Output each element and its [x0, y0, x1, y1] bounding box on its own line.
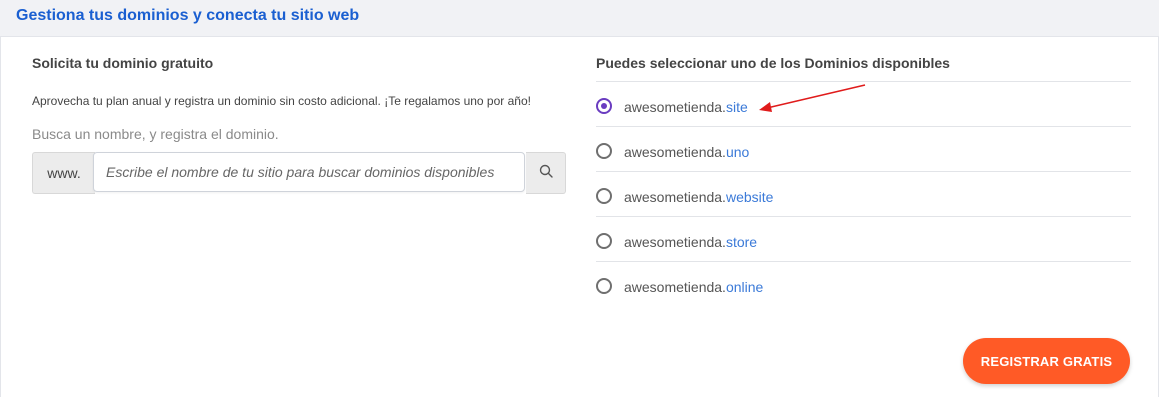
- domain-option-online[interactable]: awesometienda.online: [596, 261, 1131, 306]
- domain-label: awesometienda.online: [624, 279, 764, 295]
- radio-button[interactable]: [596, 143, 612, 159]
- radio-button[interactable]: [596, 233, 612, 249]
- radio-button[interactable]: [596, 98, 612, 114]
- page-title: Gestiona tus dominios y conecta tu sitio…: [16, 7, 360, 24]
- www-prefix: www.: [32, 152, 95, 194]
- free-domain-description: Aprovecha tu plan anual y registra un do…: [32, 94, 531, 108]
- radio-button[interactable]: [596, 188, 612, 204]
- search-hint: Busca un nombre, y registra el dominio.: [32, 126, 279, 142]
- radio-button[interactable]: [596, 278, 612, 294]
- domain-label: awesometienda.store: [624, 234, 758, 250]
- search-button[interactable]: [526, 152, 566, 194]
- domain-options-list: awesometienda.site awesometienda.uno awe…: [596, 81, 1131, 306]
- domain-search-input[interactable]: [93, 152, 525, 192]
- domain-option-uno[interactable]: awesometienda.uno: [596, 126, 1131, 171]
- free-domain-title: Solicita tu dominio gratuito: [32, 55, 214, 71]
- domain-label: awesometienda.website: [624, 189, 774, 205]
- domain-label: awesometienda.uno: [624, 144, 750, 160]
- domain-option-store[interactable]: awesometienda.store: [596, 216, 1131, 261]
- search-icon: [539, 164, 553, 183]
- domain-option-website[interactable]: awesometienda.website: [596, 171, 1131, 216]
- domain-label: awesometienda.site: [624, 99, 748, 115]
- page-header: Gestiona tus dominios y conecta tu sitio…: [0, 0, 1159, 37]
- annotation-arrow-icon: [759, 84, 866, 112]
- available-domains-title: Puedes seleccionar uno de los Dominios d…: [596, 55, 950, 71]
- domain-search-group: www.: [32, 152, 566, 194]
- register-free-button[interactable]: REGISTRAR GRATIS: [963, 338, 1130, 384]
